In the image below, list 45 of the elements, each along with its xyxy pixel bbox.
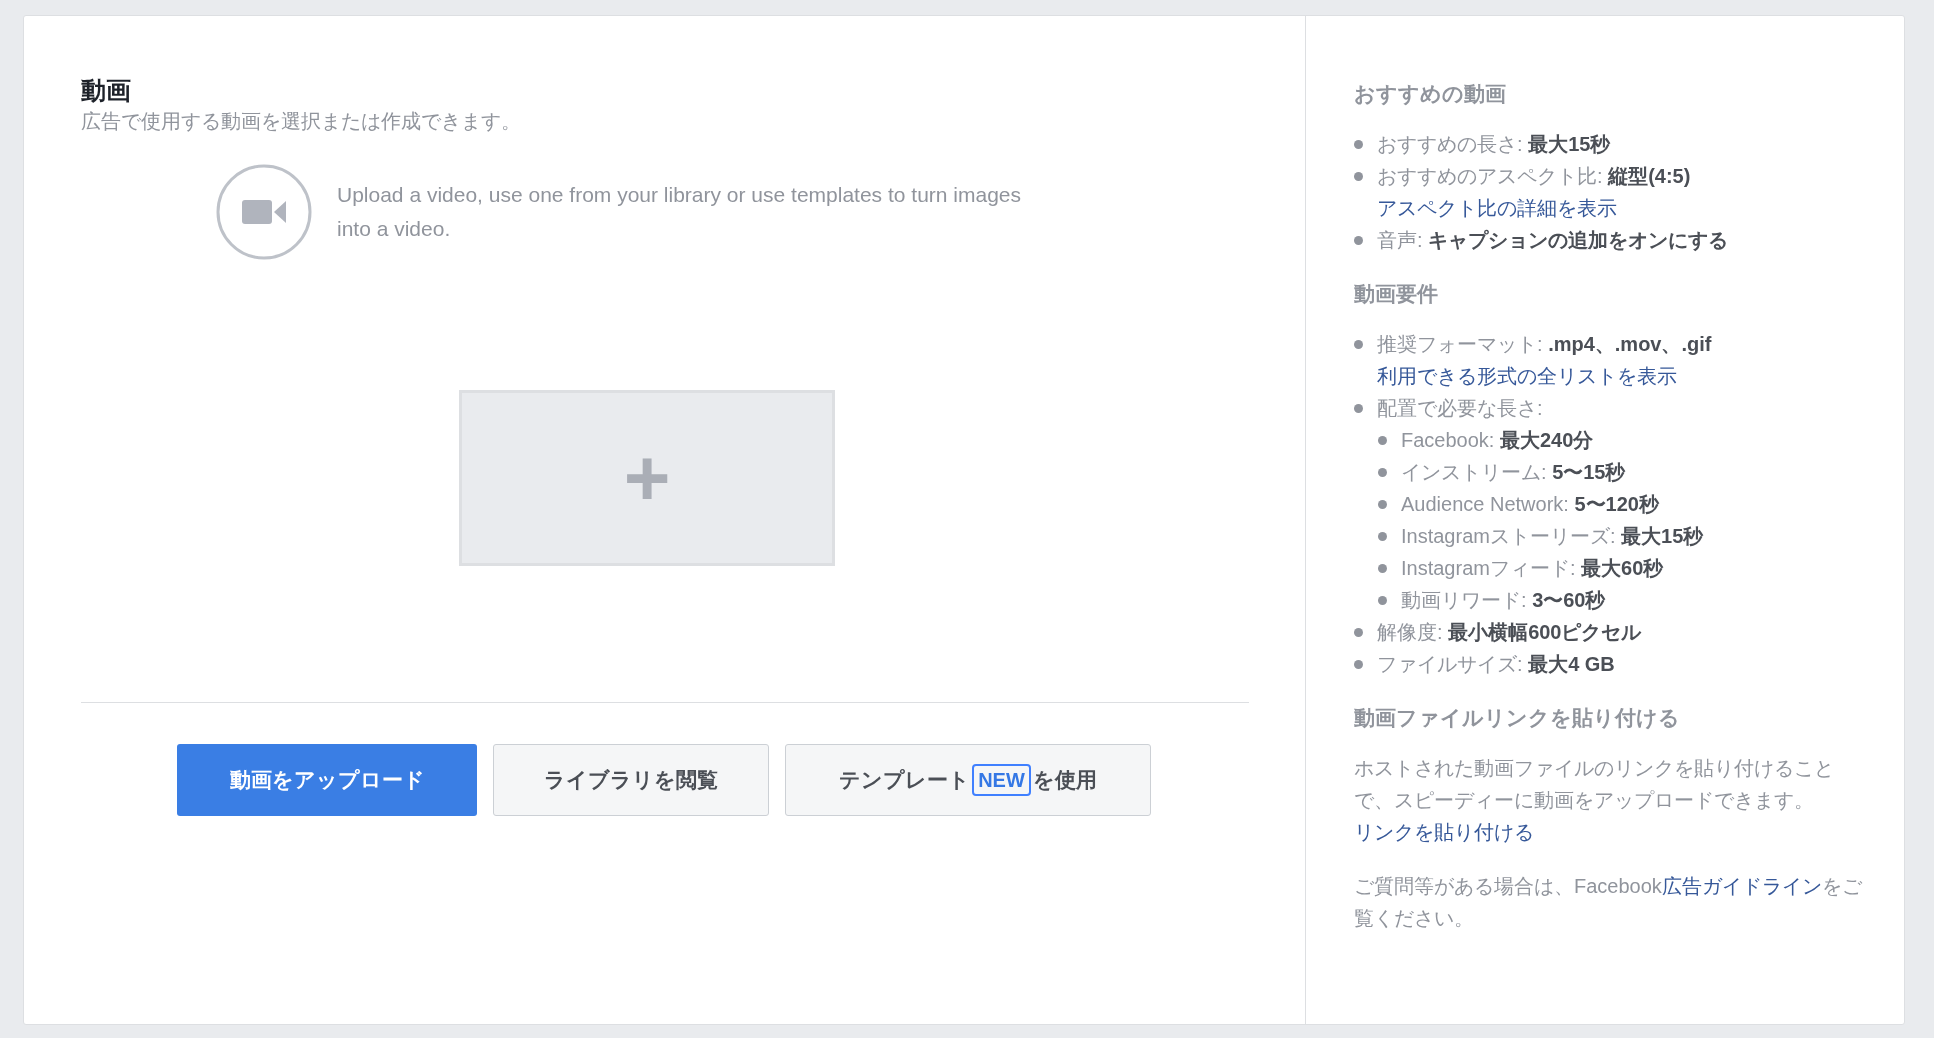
paste-link[interactable]: リンクを貼り付ける	[1354, 816, 1534, 848]
list-item-text: ファイルサイズ: 最大4 GB	[1377, 652, 1615, 677]
bullet-icon	[1378, 468, 1387, 477]
list-item-text: 配置で必要な長さ:	[1377, 396, 1543, 421]
bullet-icon	[1354, 404, 1363, 413]
paste-link-description: ホストされた動画ファイルのリンクを貼り付けることで、スピーディーに動画をアップロードできます。	[1354, 756, 1835, 813]
button-label: テンプレート	[839, 767, 971, 794]
link[interactable]: アスペクト比の詳細を表示	[1354, 192, 1617, 224]
bullet-icon	[1354, 340, 1363, 349]
help-text: ご質問等がある場合は、Facebook広告ガイドラインをご覧ください。	[1354, 874, 1863, 931]
new-badge: NEW	[972, 764, 1031, 796]
template-button[interactable]: テンプレート NEW を使用	[785, 744, 1151, 816]
bullet-icon	[1378, 564, 1387, 573]
link[interactable]: 利用できる形式の全リストを表示	[1354, 360, 1677, 392]
bullet-icon	[1378, 532, 1387, 541]
list-item-text: Facebook: 最大240分	[1401, 428, 1594, 453]
list-item-text: 音声: キャプションの追加をオンにする	[1377, 228, 1729, 253]
list-item-text: おすすめのアスペクト比: 縦型(4:5)	[1377, 164, 1691, 189]
section-subtitle: 広告で使用する動画を選択または作成できます。	[81, 109, 522, 134]
list-item-text: Instagramフィード: 最大60秒	[1401, 556, 1664, 581]
section-heading: 動画要件	[1354, 281, 1439, 307]
list-item-text: インストリーム: 5〜15秒	[1401, 460, 1626, 485]
bullet-icon	[1354, 172, 1363, 181]
list-item-text: Instagramストーリーズ: 最大15秒	[1401, 524, 1704, 549]
browse-library-button[interactable]: ライブラリを閲覧	[493, 744, 769, 816]
bullet-icon	[1354, 236, 1363, 245]
button-label: を使用	[1032, 767, 1097, 794]
bullet-icon	[1378, 436, 1387, 445]
bullet-icon	[1354, 660, 1363, 669]
list-item-text: おすすめの長さ: 最大15秒	[1377, 132, 1611, 157]
upload-button[interactable]: 動画をアップロード	[177, 744, 477, 816]
bullet-icon	[1354, 140, 1363, 149]
bullet-icon	[1378, 596, 1387, 605]
upload-hint: Upload a video, use one from your library or use templates to turn images into a video.	[337, 182, 1022, 242]
section-title: 動画	[81, 75, 132, 106]
video-camera-icon	[216, 164, 312, 260]
list-item-text: 解像度: 最小横幅600ピクセル	[1377, 620, 1642, 645]
bullet-icon	[1354, 628, 1363, 637]
list-item-text: 動画リワード: 3〜60秒	[1401, 588, 1606, 613]
list-item-text: 推奨フォーマット: .mp4、.mov、.gif	[1377, 332, 1712, 357]
ad-guidelines-link[interactable]: 広告ガイドライン	[1661, 875, 1822, 897]
section-heading: おすすめの動画	[1354, 81, 1507, 107]
bullet-icon	[1378, 500, 1387, 509]
list-item-text: Audience Network: 5〜120秒	[1401, 492, 1659, 517]
section-heading: 動画ファイルリンクを貼り付ける	[1354, 705, 1681, 731]
